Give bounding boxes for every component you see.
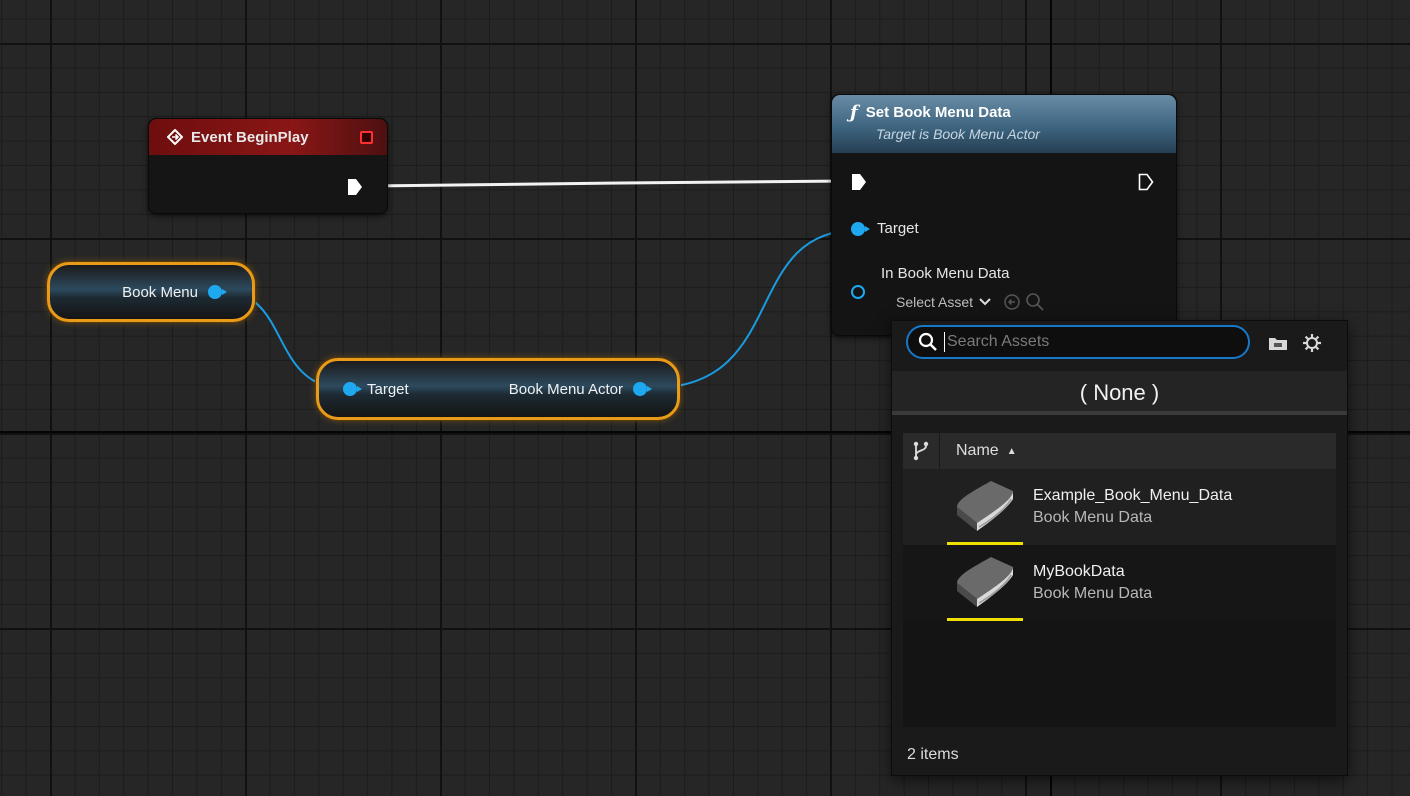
book-menu-output-pin[interactable]: [208, 285, 227, 299]
source-control-column-icon[interactable]: [903, 433, 940, 469]
getter-output-pin[interactable]: [633, 382, 652, 396]
asset-list[interactable]: Name ▲ Example_Book_Menu_Data Book Menu …: [903, 433, 1336, 727]
target-pin-row[interactable]: Target: [851, 220, 919, 237]
event-beginplay-node[interactable]: Event BeginPlay: [148, 118, 388, 214]
target-wire[interactable]: [651, 229, 859, 389]
function-node-title: Set Book Menu Data: [865, 104, 1011, 121]
event-delegate-pin[interactable]: [360, 131, 373, 144]
asset-row[interactable]: Example_Book_Menu_Data Book Menu Data: [903, 469, 1336, 545]
book-menu-actor-getter-node[interactable]: Target Book Menu Actor: [316, 358, 680, 420]
function-node-header[interactable]: ƒ Set Book Menu Data Target is Book Menu…: [832, 95, 1176, 153]
getter-output-label: Book Menu Actor: [508, 380, 623, 398]
asset-type: Book Menu Data: [1033, 585, 1153, 602]
chevron-down-icon: [979, 298, 991, 306]
folder-icon[interactable]: [1268, 333, 1288, 353]
search-assets-input[interactable]: [944, 332, 1229, 352]
asset-thumbnail: [947, 469, 1023, 545]
asset-name: Example_Book_Menu_Data: [1033, 487, 1233, 504]
function-node-subtitle: Target is Book Menu Actor: [876, 126, 1040, 142]
set-book-menu-data-node[interactable]: ƒ Set Book Menu Data Target is Book Menu…: [831, 94, 1177, 336]
in-book-menu-data-label: In Book Menu Data: [881, 265, 1010, 282]
book-menu-variable-label: Book Menu: [122, 283, 198, 301]
target-input-pin[interactable]: [851, 221, 870, 236]
function-icon: ƒ: [850, 102, 858, 123]
book-icon: [957, 557, 1013, 607]
exec-output-pin[interactable]: [347, 178, 363, 196]
book-menu-variable-node[interactable]: Book Menu: [47, 262, 255, 322]
asset-name: MyBookData: [1033, 563, 1125, 580]
item-count: 2 items: [907, 746, 959, 763]
search-icon: [918, 332, 937, 351]
asset-picker-popup[interactable]: ( None ) Name ▲: [891, 320, 1348, 776]
sort-ascending-icon: ▲: [1006, 445, 1017, 457]
event-node-title: Event BeginPlay: [191, 128, 309, 146]
getter-target-input-pin[interactable]: [343, 382, 362, 396]
select-asset-dropdown[interactable]: Select Asset: [896, 292, 1045, 312]
select-asset-label: Select Asset: [896, 294, 974, 310]
gear-icon[interactable]: [1302, 333, 1322, 353]
book-icon: [957, 481, 1013, 531]
asset-type: Book Menu Data: [1033, 509, 1153, 526]
asset-type-color-bar: [947, 618, 1023, 621]
event-node-header[interactable]: Event BeginPlay: [149, 119, 387, 155]
target-pin-label: Target: [877, 220, 919, 237]
asset-thumbnail: [947, 545, 1023, 621]
exec-wire[interactable]: [373, 179, 849, 188]
search-box[interactable]: [906, 325, 1250, 359]
getter-target-label: Target: [367, 380, 409, 398]
asset-list-header: Name ▲: [903, 433, 1336, 469]
event-diamond-icon: [167, 129, 183, 145]
exec-input-pin[interactable]: [851, 173, 867, 191]
none-option[interactable]: ( None ): [892, 371, 1347, 415]
name-column-header[interactable]: Name ▲: [940, 442, 1017, 460]
use-selected-asset-icon[interactable]: [1003, 293, 1021, 311]
in-book-menu-data-pin[interactable]: [851, 285, 865, 299]
exec-then-pin[interactable]: [1138, 173, 1154, 191]
asset-row[interactable]: MyBookData Book Menu Data: [903, 545, 1336, 621]
browse-asset-icon[interactable]: [1025, 292, 1045, 312]
name-column-label: Name: [956, 442, 999, 459]
